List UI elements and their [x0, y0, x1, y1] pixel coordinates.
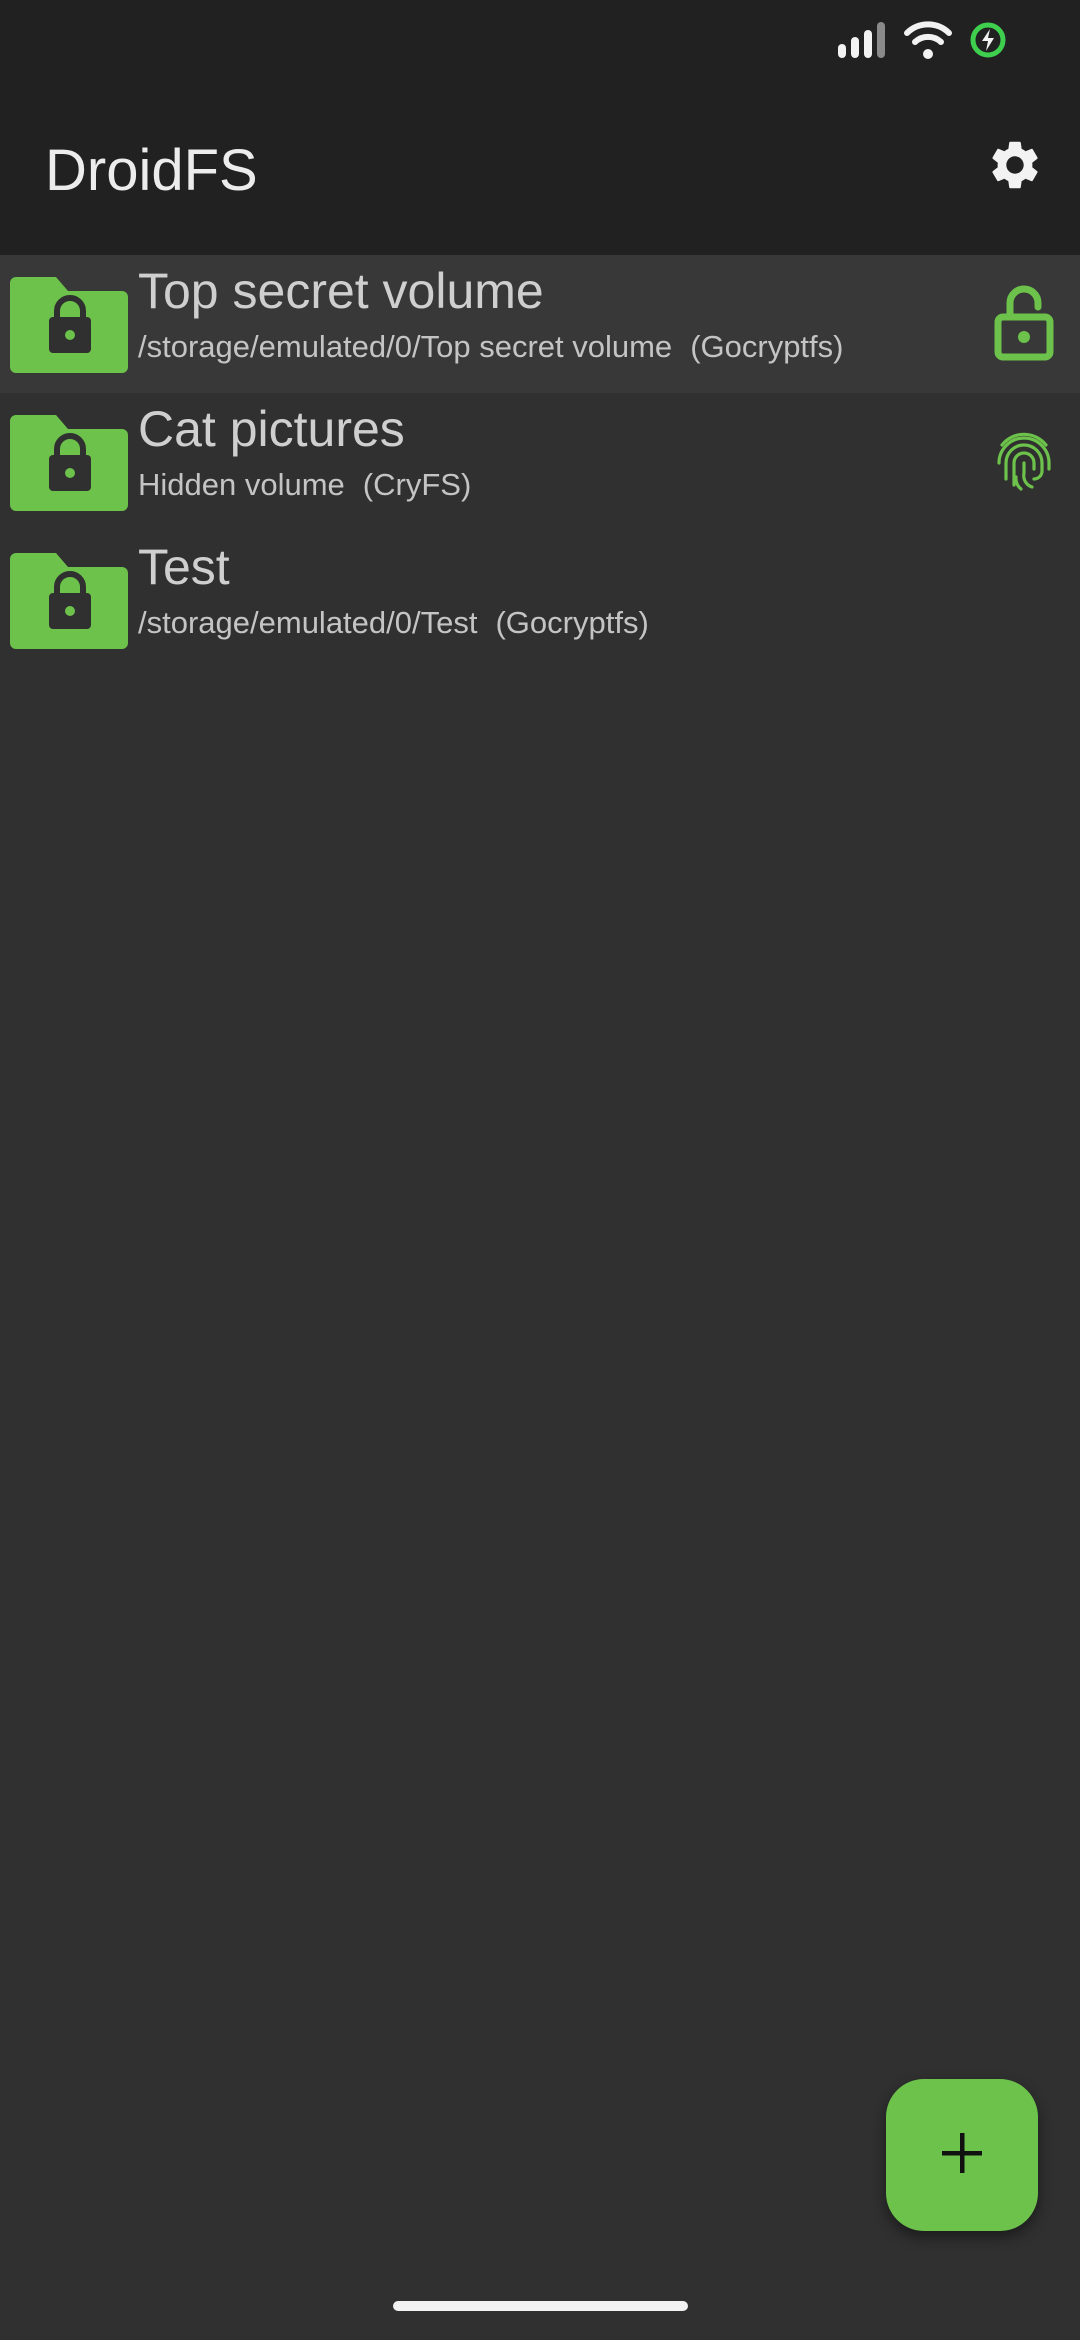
volume-item[interactable]: Cat pictures Hidden volume (CryFS)	[0, 393, 1080, 531]
wifi-icon	[904, 20, 952, 60]
volume-name: Test	[138, 539, 230, 595]
fingerprint-button[interactable]	[986, 423, 1062, 503]
gear-icon	[986, 136, 1044, 199]
volume-name: Top secret volume	[138, 263, 544, 319]
plus-icon	[940, 2131, 984, 2180]
locked-folder-icon	[10, 415, 128, 511]
volume-fs-type: (CryFS)	[362, 467, 472, 502]
volume-list: Top secret volume /storage/emulated/0/To…	[0, 255, 1080, 669]
volume-details: /storage/emulated/0/Top secret volume (Go…	[138, 327, 843, 367]
volume-item[interactable]: Test /storage/emulated/0/Test (Gocryptfs)	[0, 531, 1080, 669]
volume-name: Cat pictures	[138, 401, 405, 457]
locked-folder-icon	[10, 553, 128, 649]
fingerprint-icon	[994, 429, 1054, 498]
volume-path: /storage/emulated/0/Test	[138, 605, 478, 640]
screen: DroidFS Top secret volume /storage/emula…	[0, 0, 1080, 2340]
close-volume-button[interactable]	[986, 285, 1062, 365]
volume-details: /storage/emulated/0/Test (Gocryptfs)	[138, 603, 649, 643]
app-bar: DroidFS	[0, 80, 1080, 255]
add-volume-button[interactable]	[886, 2079, 1038, 2231]
volume-path: /storage/emulated/0/Top secret volume	[138, 329, 673, 364]
unlocked-padlock-icon	[994, 285, 1054, 366]
app-title: DroidFS	[45, 138, 258, 203]
volume-path: Hidden volume	[138, 467, 345, 502]
volume-item[interactable]: Top secret volume /storage/emulated/0/To…	[0, 255, 1080, 393]
volume-details: Hidden volume (CryFS)	[138, 465, 471, 505]
settings-button[interactable]	[980, 132, 1050, 202]
status-bar	[0, 0, 1080, 80]
signal-icon	[838, 22, 888, 58]
volume-fs-type: (Gocryptfs)	[690, 329, 844, 364]
locked-folder-icon	[10, 277, 128, 373]
volume-fs-type: (Gocryptfs)	[495, 605, 649, 640]
battery-charging-icon	[968, 20, 1008, 60]
status-icons	[838, 18, 1008, 62]
navigation-handle[interactable]	[393, 2301, 688, 2311]
